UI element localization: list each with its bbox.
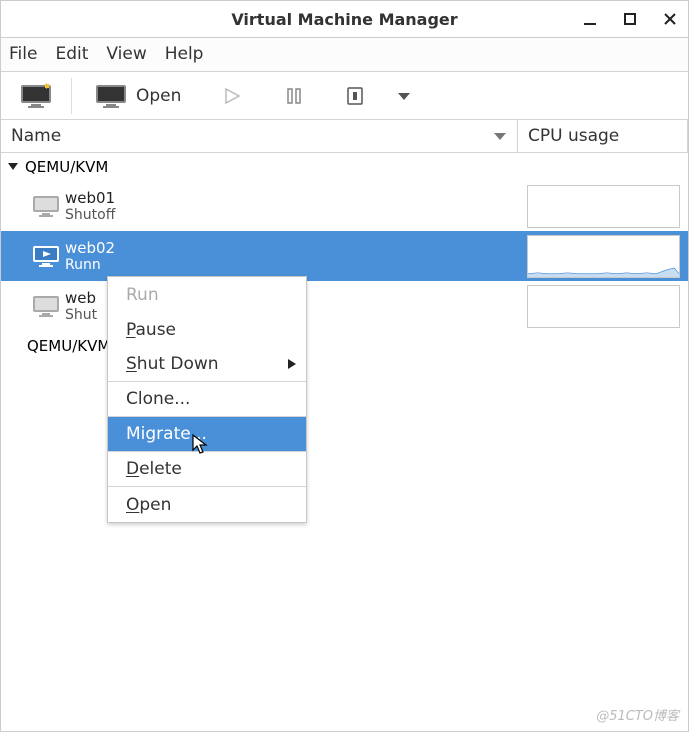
- toolbar-separator: [71, 78, 72, 114]
- menubar: File Edit View Help: [1, 37, 688, 71]
- virt-manager-window: Virtual Machine Manager File Edit View H…: [0, 0, 689, 732]
- cpu-graph: [527, 235, 680, 278]
- vm-row-web02[interactable]: web02 Runn: [1, 231, 688, 281]
- vm-status: Runn: [65, 257, 115, 273]
- menu-file[interactable]: File: [9, 44, 37, 65]
- menu-help[interactable]: Help: [165, 44, 204, 65]
- vm-icon-running: [27, 244, 65, 268]
- vm-list: QEMU/KVM web01 Shutoff web02 Runn: [1, 153, 688, 731]
- menu-view[interactable]: View: [106, 44, 146, 65]
- menu-item-migrate[interactable]: Migrate...: [108, 417, 306, 452]
- vm-status: Shut: [65, 307, 97, 323]
- open-label: Open: [136, 86, 181, 106]
- connection-row-primary[interactable]: QEMU/KVM: [1, 153, 688, 181]
- titlebar: Virtual Machine Manager: [1, 1, 688, 37]
- toolbar: Open: [1, 71, 688, 120]
- pause-button[interactable]: [275, 78, 313, 114]
- vm-name: web01: [65, 189, 115, 207]
- run-button[interactable]: [213, 78, 251, 114]
- cpu-graph: [527, 285, 680, 328]
- menu-item-pause[interactable]: Pause: [108, 312, 306, 347]
- close-button[interactable]: [660, 9, 680, 29]
- menu-item-clone[interactable]: Clone...: [108, 382, 306, 417]
- cpu-graph: [527, 185, 680, 228]
- open-vm-button[interactable]: Open: [86, 78, 189, 114]
- shutdown-dropdown[interactable]: [337, 78, 375, 114]
- column-cpu[interactable]: CPU usage: [518, 120, 688, 152]
- connection-row-secondary[interactable]: QEMU/KVM: [1, 331, 688, 361]
- menu-item-shutdown[interactable]: Shut Down: [108, 347, 306, 382]
- expander-icon[interactable]: [7, 158, 25, 176]
- sort-indicator-icon: [493, 126, 507, 146]
- menu-item-run[interactable]: Run: [108, 277, 306, 312]
- vm-row-web01[interactable]: web01 Shutoff: [1, 181, 688, 231]
- vm-icon-shutoff: [27, 294, 65, 318]
- vm-row-web03[interactable]: web Shut: [1, 281, 688, 331]
- vm-context-menu: Run Pause Shut Down Clone... Migrate... …: [107, 276, 307, 523]
- shutdown-dropdown-arrow[interactable]: [389, 78, 419, 114]
- watermark: @51CTO博客: [596, 705, 679, 724]
- vm-status: Shutoff: [65, 207, 115, 223]
- vm-name: web02: [65, 239, 115, 257]
- menu-item-delete[interactable]: Delete: [108, 452, 306, 487]
- maximize-button[interactable]: [620, 9, 640, 29]
- new-vm-button[interactable]: [11, 78, 61, 114]
- menu-edit[interactable]: Edit: [55, 44, 88, 65]
- vm-name: web: [65, 289, 97, 307]
- menu-item-open[interactable]: Open: [108, 487, 306, 522]
- vm-icon-shutoff: [27, 194, 65, 218]
- column-headers: Name CPU usage: [1, 120, 688, 153]
- column-name[interactable]: Name: [1, 120, 518, 152]
- submenu-indicator-icon: [288, 354, 296, 374]
- minimize-button[interactable]: [580, 9, 600, 29]
